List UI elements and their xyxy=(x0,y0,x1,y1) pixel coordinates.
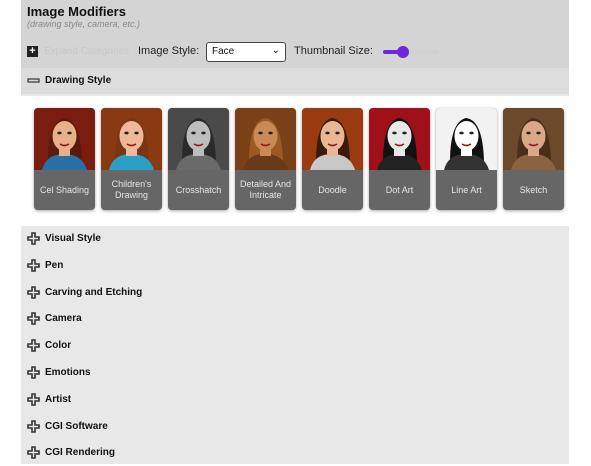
category-label: Color xyxy=(45,340,72,352)
category-label: Emotions xyxy=(45,367,91,378)
image-modifiers-panel: Image Modifiers (drawing style, camera, … xyxy=(21,0,569,464)
panel-subtitle: (drawing style, camera, etc.) xyxy=(27,19,141,29)
modifier-card-label: Detailed And Intricate xyxy=(235,170,296,210)
category-header[interactable]: CGI Rendering xyxy=(21,440,569,466)
category-header[interactable]: Artist xyxy=(21,387,569,413)
chevron-down-icon: ⌄ xyxy=(271,45,280,56)
modifier-card[interactable]: Crosshatch xyxy=(168,108,229,210)
plus-icon xyxy=(27,312,40,326)
plus-icon xyxy=(27,339,40,352)
modifier-card-label: Doodle xyxy=(302,170,363,210)
category-header[interactable]: CGI Software xyxy=(21,414,569,440)
plus-icon xyxy=(27,392,40,406)
plus-icon xyxy=(27,366,40,379)
plus-icon xyxy=(27,419,40,433)
portrait-thumbnail xyxy=(235,108,296,170)
category-header[interactable]: Pen xyxy=(21,253,569,279)
portrait-thumbnail xyxy=(436,108,497,170)
slider-handle[interactable] xyxy=(396,46,409,58)
modifier-card[interactable]: Children's Drawing xyxy=(101,108,162,210)
modifier-toolbar: + Expand Categories Image Style: Face ⌄ … xyxy=(27,42,563,62)
category-label: Visual Style xyxy=(45,233,101,244)
portrait-thumbnail xyxy=(101,108,162,170)
category-header-drawing-style[interactable]: Drawing Style xyxy=(21,68,569,94)
image-style-select[interactable]: Face ⌄ xyxy=(206,42,286,62)
category-label: Pen xyxy=(45,259,64,271)
modifier-card-label: Line Art xyxy=(436,170,497,210)
plus-icon xyxy=(27,285,40,299)
modifier-card-label: Sketch xyxy=(503,170,564,210)
modifier-card-label: Children's Drawing xyxy=(101,170,162,210)
category-header[interactable]: Color xyxy=(21,333,569,359)
portrait-thumbnail xyxy=(302,108,363,170)
portrait-thumbnail xyxy=(369,108,430,170)
image-style-label: Image Style: xyxy=(138,45,200,57)
category-label: CGI Software xyxy=(45,420,108,432)
portrait-thumbnail xyxy=(168,108,229,170)
modifier-card[interactable]: Dot Art xyxy=(369,108,430,210)
modifier-card[interactable]: Sketch xyxy=(503,108,564,210)
category-label: Carving and Etching xyxy=(45,286,143,298)
modifier-card[interactable]: Cel Shading xyxy=(34,108,95,210)
modifier-card-label: Dot Art xyxy=(369,170,430,210)
portrait-thumbnail xyxy=(34,108,95,170)
plus-icon xyxy=(27,232,40,245)
category-header[interactable]: Carving and Etching xyxy=(21,280,569,306)
modifier-gallery: Cel Shading Children's Drawing Crosshatch D… xyxy=(21,96,569,226)
category-header[interactable]: Visual Style xyxy=(21,226,569,252)
modifier-card-label: Crosshatch xyxy=(168,170,229,210)
modifier-card[interactable]: Detailed And Intricate xyxy=(235,108,296,210)
panel-title: Image Modifiers xyxy=(27,4,126,19)
category-label: Drawing Style xyxy=(45,75,112,86)
category-header[interactable]: Camera xyxy=(21,306,569,332)
category-label: Camera xyxy=(45,313,82,325)
thumbnail-size-slider[interactable] xyxy=(383,46,439,58)
category-label: CGI Rendering xyxy=(45,447,116,459)
panel-header: Image Modifiers (drawing style, camera, … xyxy=(21,0,569,68)
modifier-card[interactable]: Line Art xyxy=(436,108,497,210)
expand-categories-toggle[interactable]: Expand Categories xyxy=(44,46,129,57)
minus-icon xyxy=(27,78,40,83)
category-header[interactable]: Emotions xyxy=(21,360,569,386)
plus-icon xyxy=(27,446,40,460)
category-label: Artist xyxy=(45,393,72,405)
modifier-card-label: Cel Shading xyxy=(34,170,95,210)
modifier-card[interactable]: Doodle xyxy=(302,108,363,210)
image-style-value: Face xyxy=(212,46,235,57)
expand-plus-icon[interactable]: + xyxy=(27,46,38,57)
thumbnail-size-label: Thumbnail Size: xyxy=(294,45,373,57)
plus-icon xyxy=(27,258,40,272)
portrait-thumbnail xyxy=(503,108,564,170)
